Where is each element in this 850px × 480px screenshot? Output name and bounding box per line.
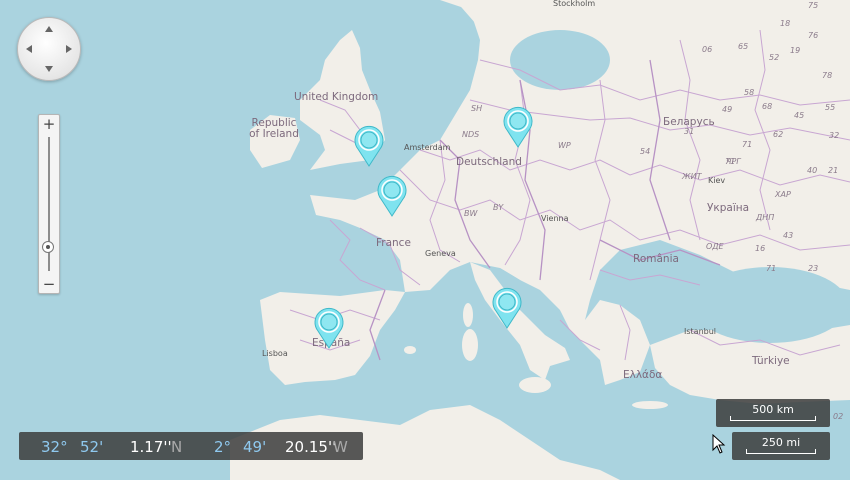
map-pin-icon bbox=[503, 106, 533, 148]
label-region-number: 40 bbox=[807, 166, 818, 175]
label-city-geneva: Geneva bbox=[425, 249, 456, 258]
label-region-ode: ОДЕ bbox=[706, 242, 724, 251]
label-region-number: 43 bbox=[783, 231, 794, 240]
label-region-number: 75 bbox=[808, 1, 819, 10]
zoom-in-button[interactable]: + bbox=[39, 115, 59, 133]
longitude-minutes: 49' bbox=[243, 438, 267, 456]
marker-london[interactable] bbox=[351, 122, 387, 168]
label-deutschland: Deutschland bbox=[456, 156, 522, 168]
label-region-number: 71 bbox=[742, 140, 753, 149]
label-romania: România bbox=[633, 253, 679, 265]
label-region-dnp: ДНП bbox=[756, 213, 775, 222]
scale-metric-label: 500 km bbox=[752, 403, 794, 416]
label-city-istanbul: Istanbul bbox=[684, 327, 717, 336]
marker-rome[interactable] bbox=[489, 284, 525, 330]
label-region-by: BY bbox=[493, 203, 504, 212]
pan-navigator[interactable] bbox=[17, 17, 81, 81]
label-region-sh: SH bbox=[471, 104, 483, 113]
crete bbox=[632, 401, 668, 409]
label-region-khar: ХАР bbox=[775, 190, 791, 199]
label-region-number: 19 bbox=[790, 46, 801, 55]
longitude-degrees: 2° bbox=[214, 438, 232, 456]
label-region-number: 55 bbox=[825, 103, 836, 112]
scale-metric-bar bbox=[730, 416, 816, 421]
label-city-amsterdam: Amsterdam bbox=[404, 143, 451, 152]
label-region-number: 32 bbox=[829, 131, 840, 140]
label-region-number: 52 bbox=[769, 53, 780, 62]
pan-right-icon[interactable] bbox=[66, 45, 72, 53]
map-pin-icon bbox=[492, 287, 522, 329]
label-region-number: 02 bbox=[833, 412, 844, 421]
latitude-direction: N bbox=[171, 438, 183, 456]
label-region-number: 06 bbox=[702, 45, 713, 54]
label-region-number: 21 bbox=[828, 166, 839, 175]
mouse-cursor-icon bbox=[712, 434, 726, 454]
label-belarus: Беларусь bbox=[663, 116, 715, 128]
longitude-seconds: 20.15'' bbox=[285, 438, 337, 456]
scale-imperial: 250 mi bbox=[732, 432, 830, 460]
map-pin-icon bbox=[354, 125, 384, 167]
label-united-kingdom: United Kingdom bbox=[294, 91, 379, 103]
map-pin-icon bbox=[377, 175, 407, 217]
scale-imperial-label: 250 mi bbox=[761, 436, 801, 449]
longitude-direction: W bbox=[333, 438, 348, 456]
label-region-number: 58 bbox=[744, 88, 755, 97]
label-ukraine: Україна bbox=[707, 202, 750, 214]
label-region-number: 31 bbox=[684, 127, 695, 136]
label-region-number: 62 bbox=[773, 130, 784, 139]
coordinates-panel: 32° 52' 1.17'' N 2° 49' 20.15'' W bbox=[19, 432, 363, 460]
pan-up-icon[interactable] bbox=[45, 26, 53, 32]
label-region-number: 49 bbox=[722, 105, 733, 114]
label-region-number: 71 bbox=[766, 264, 777, 273]
label-region-number: 45 bbox=[794, 111, 805, 120]
label-region-nds: NDS bbox=[462, 130, 480, 139]
label-city-kiev: Kiev bbox=[708, 176, 726, 185]
scale-metric: 500 km bbox=[716, 399, 830, 427]
zoom-control: + − bbox=[38, 114, 60, 294]
label-city-stockholm: Stockholm bbox=[553, 0, 596, 8]
latitude-degrees: 32° bbox=[41, 438, 68, 456]
label-region-wp: WP bbox=[558, 141, 571, 150]
label-turkiye: Türkiye bbox=[752, 355, 790, 367]
baltic-sea bbox=[510, 30, 610, 90]
label-region-number: 23 bbox=[808, 264, 819, 273]
corsica bbox=[463, 303, 473, 327]
sicily bbox=[519, 377, 551, 393]
label-region-zhyt: ЖИТ bbox=[682, 172, 702, 181]
marker-madrid[interactable] bbox=[311, 304, 347, 350]
label-france: France bbox=[376, 237, 411, 249]
pan-left-icon[interactable] bbox=[26, 45, 32, 53]
sardinia bbox=[462, 329, 478, 361]
zoom-out-button[interactable]: − bbox=[39, 275, 59, 293]
label-region-number: 78 bbox=[822, 71, 833, 80]
marker-berlin[interactable] bbox=[500, 103, 536, 149]
marker-paris[interactable] bbox=[374, 172, 410, 218]
latitude-seconds: 1.17'' bbox=[130, 438, 172, 456]
label-region-number: 76 bbox=[808, 31, 819, 40]
map-pin-icon bbox=[314, 307, 344, 349]
label-region-number: 16 bbox=[755, 244, 766, 253]
label-region-number: 68 bbox=[762, 102, 773, 111]
label-region-number: 54 bbox=[640, 147, 651, 156]
label-region-number: 65 bbox=[738, 42, 749, 51]
map-view[interactable]: United Kingdom Republic of Ireland Deuts… bbox=[0, 0, 850, 480]
label-region-number: 71 bbox=[725, 157, 736, 166]
scale-imperial-bar bbox=[746, 449, 816, 454]
zoom-slider-thumb[interactable] bbox=[42, 240, 54, 253]
label-greece: Ελλάδα bbox=[623, 369, 663, 381]
label-region-bw: BW bbox=[464, 209, 478, 218]
latitude-minutes: 52' bbox=[80, 438, 104, 456]
pan-down-icon[interactable] bbox=[45, 66, 53, 72]
label-region-number: 18 bbox=[780, 19, 791, 28]
label-city-lisboa: Lisboa bbox=[262, 349, 288, 358]
label-republic-of-ireland: Republic of Ireland bbox=[249, 117, 299, 140]
label-city-vienna: Vienna bbox=[541, 214, 569, 223]
mallorca bbox=[404, 346, 416, 354]
